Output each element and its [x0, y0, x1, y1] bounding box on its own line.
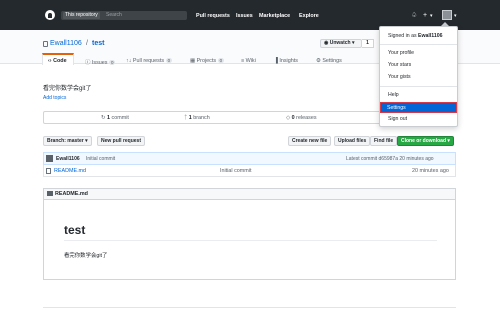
menu-settings-label: Settings [387, 105, 406, 111]
branches-link[interactable]: ᛏ 1 branch [184, 115, 210, 121]
search-input[interactable]: This repository Search [61, 11, 187, 20]
commit-author[interactable]: Ewall1106 [56, 156, 80, 162]
repo-separator: / [86, 40, 88, 47]
find-file-button[interactable]: Find file [370, 136, 398, 146]
readme-header [43, 188, 456, 200]
github-logo-icon[interactable] [45, 10, 55, 20]
avatar-chevron-down-icon[interactable]: ▾ [454, 13, 457, 20]
plus-chevron-down-icon[interactable]: ▾ [430, 13, 433, 20]
signed-in-user: Ewall1106 [418, 33, 443, 39]
tab-projects-label: ▦ Projects [190, 58, 217, 64]
bell-icon[interactable]: ♤ [411, 12, 417, 19]
repo-name-link[interactable]: test [92, 40, 104, 47]
tab-issues-count: 0 [108, 60, 116, 65]
search-placeholder: Search [106, 12, 122, 18]
tab-pull-requests-label: ↑↓ Pull requests [126, 58, 165, 64]
readme-heading: test [64, 223, 86, 237]
readme-text: 看完你数学会git了 [64, 253, 108, 259]
watch-count[interactable]: 1 [362, 39, 374, 48]
tab-code[interactable]: ‹› Code [48, 58, 67, 64]
plus-icon[interactable]: + [423, 12, 427, 19]
latest-commit-info[interactable]: Latest commit d65987a 20 minutes ago [346, 156, 434, 162]
file-icon [46, 168, 51, 174]
signed-in-as: Signed in as Ewall1106 [388, 33, 443, 39]
releases-label: releases [296, 115, 317, 121]
commits-link[interactable]: ↻ 1 commit [101, 115, 129, 121]
commit-message[interactable]: Initial commit [86, 156, 115, 162]
menu-your-gists[interactable]: Your gists [388, 74, 411, 80]
create-new-file-button[interactable]: Create new file [288, 136, 332, 146]
unwatch-button[interactable]: ◉ Unwatch ▾ [320, 39, 362, 48]
tab-issues[interactable]: ⓘ Issues 0 [85, 58, 116, 66]
search-scope: This repository [63, 12, 100, 19]
repo-description: 看完你数学会git了 [43, 86, 92, 92]
tab-projects[interactable]: ▦ Projects 0 [190, 58, 225, 64]
branches-label: branch [193, 115, 210, 121]
tab-projects-count: 0 [217, 58, 225, 63]
file-commit-message[interactable]: Initial commit [220, 168, 251, 174]
repo-owner-link[interactable]: Ewall1106 [50, 40, 82, 47]
tab-issues-label: ⓘ Issues [85, 60, 108, 66]
commits-count: 1 [107, 115, 111, 121]
nav-marketplace[interactable]: Marketplace [259, 13, 290, 19]
file-name-link[interactable]: README.md [54, 168, 86, 174]
branches-count: 1 [188, 115, 192, 121]
tab-pull-requests-count: 0 [165, 58, 173, 63]
menu-your-profile[interactable]: Your profile [388, 50, 414, 56]
commits-label: commit [111, 115, 129, 121]
dropdown-divider [380, 86, 457, 87]
tab-settings[interactable]: ⚙ Settings [316, 58, 342, 64]
upload-files-button[interactable]: Upload files [334, 136, 371, 146]
menu-your-stars[interactable]: Your stars [388, 62, 411, 68]
avatar[interactable] [442, 10, 452, 20]
menu-sign-out[interactable]: Sign out [388, 116, 407, 122]
readme-label: README.md [55, 191, 88, 197]
menu-settings[interactable]: Settings [380, 102, 457, 113]
releases-count: 0 [291, 115, 295, 121]
tab-insights[interactable]: ▐ Insights [274, 58, 298, 64]
clone-download-button[interactable]: Clone or download ▾ [397, 136, 454, 146]
nav-explore[interactable]: Explore [299, 13, 319, 19]
add-topics-link[interactable]: Add topics [43, 95, 66, 101]
file-age: 20 minutes ago [412, 168, 449, 174]
nav-pull-requests[interactable]: Pull requests [196, 13, 230, 19]
book-icon [47, 191, 53, 196]
tab-wiki[interactable]: ≡ Wiki [241, 58, 256, 64]
new-pull-request-button[interactable]: New pull request [97, 136, 146, 146]
commit-author-avatar[interactable] [46, 155, 53, 162]
readme-divider [64, 240, 437, 241]
tab-pull-requests[interactable]: ↑↓ Pull requests 0 [126, 58, 173, 64]
branch-select-button[interactable]: Branch: master ▾ [43, 136, 92, 146]
dropdown-divider [380, 44, 457, 45]
nav-issues[interactable]: Issues [236, 13, 253, 19]
footer-divider [43, 307, 456, 308]
menu-help[interactable]: Help [388, 92, 399, 98]
releases-link[interactable]: ◇ 0 releases [286, 115, 317, 121]
repo-book-icon [43, 41, 48, 47]
signed-in-prefix: Signed in as [388, 33, 417, 39]
